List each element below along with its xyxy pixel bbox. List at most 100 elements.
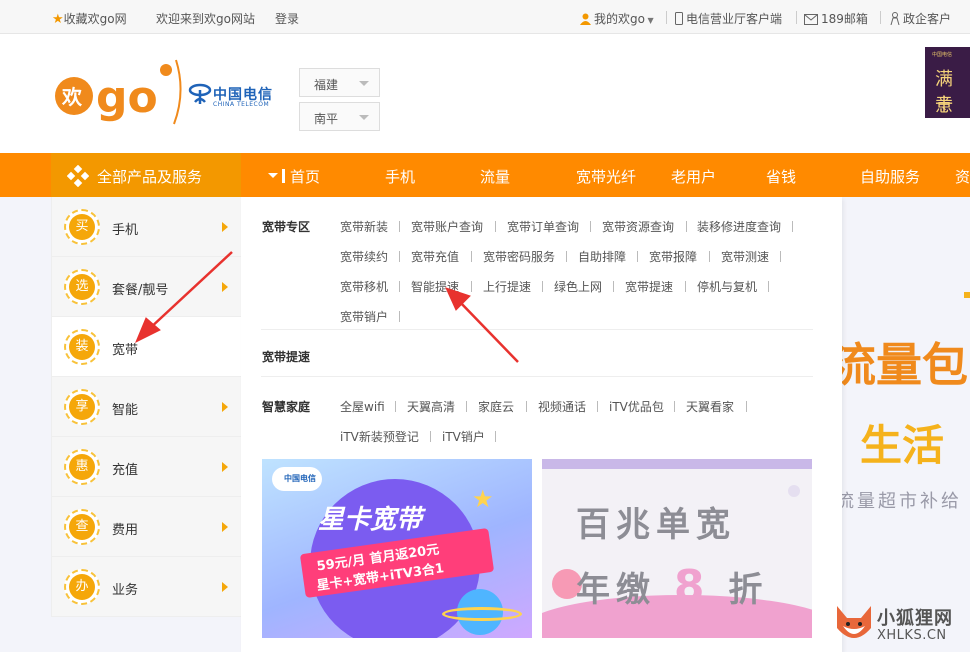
link-account-query[interactable]: 宽带账户查询 [411, 218, 483, 235]
link-progress-query[interactable]: 装移修进度查询 [697, 218, 781, 235]
all-products-menu[interactable]: 全部产品及服务 [51, 153, 278, 197]
category-phone[interactable]: 买 手机 [52, 197, 242, 257]
china-telecom-logo-icon [188, 83, 212, 104]
top-bar: ★收藏欢go网 欢迎来到欢go网站 登录 我的欢go ▼ 电信营业厅客户端 18… [0, 0, 970, 34]
nav-active-marker [282, 169, 285, 183]
category-fees[interactable]: 查 费用 [52, 497, 242, 557]
link-troubleshoot[interactable]: 自助排障 [578, 248, 626, 265]
grid-icon [67, 165, 89, 187]
category-broadband[interactable]: 装 宽带 [52, 317, 242, 377]
divider [880, 11, 881, 24]
link-itv-preregister[interactable]: iTV新装预登记 [340, 428, 419, 445]
chevron-right-icon [222, 462, 228, 472]
decor-strip [542, 459, 812, 469]
broadband-dropdown-panel: 宽带专区 宽带新装 宽带账户查询 宽带订单查询 宽带资源查询 装移修进度查询 宽… [241, 197, 842, 652]
link-broadband-new[interactable]: 宽带新装 [340, 218, 388, 235]
decor-dot [964, 292, 970, 298]
nav-item-more[interactable]: 资 [955, 166, 970, 187]
chevron-down-icon [359, 81, 369, 86]
svg-text:欢: 欢 [61, 85, 83, 109]
nav-item-old-users[interactable]: 老用户 [671, 166, 716, 187]
category-smart[interactable]: 享 智能 [52, 377, 242, 437]
link-broadband-speedup[interactable]: 宽带提速 [625, 278, 673, 295]
badge-icon: 查 [64, 509, 100, 545]
nav-item-home[interactable]: 首页 [290, 166, 320, 187]
nav-item-broadband[interactable]: 宽带光纤 [576, 166, 636, 187]
mini-banner[interactable]: 中国电信 满意 十分 [925, 47, 970, 118]
huango-logo[interactable]: 欢 go [54, 54, 184, 130]
link-report-fault[interactable]: 宽带报障 [649, 248, 697, 265]
link-speed-test[interactable]: 宽带测速 [721, 248, 769, 265]
divider [261, 376, 813, 377]
promo-100m-broadband[interactable]: 百兆单宽 年缴 8 折 [542, 459, 812, 638]
mini-banner-logo: 中国电信 [932, 52, 953, 58]
login-link[interactable]: 登录 [275, 10, 299, 27]
badge-icon: 买 [64, 209, 100, 245]
mail-icon [804, 14, 818, 25]
link-home-watch[interactable]: 天翼看家 [686, 398, 734, 415]
star-icon: ★ [52, 12, 64, 27]
link-family-cloud[interactable]: 家庭云 [478, 398, 514, 415]
city-select[interactable]: 南平 [299, 102, 380, 131]
badge-icon: 享 [64, 389, 100, 425]
link-recharge[interactable]: 宽带充值 [411, 248, 459, 265]
link-itv-package[interactable]: iTV优品包 [609, 398, 664, 415]
star-icon: ★ [472, 485, 494, 513]
mail-link[interactable]: 189邮箱 [804, 10, 868, 27]
promo-star-card-broadband[interactable]: 中国电信 ★ 星卡宽带 59元/月 首月返20元 星卡+宽带+iTV3合1 [262, 459, 532, 638]
link-smart-speedup[interactable]: 智能提速 [411, 278, 459, 295]
chevron-right-icon [222, 402, 228, 412]
link-tianyi-hd[interactable]: 天翼高清 [407, 398, 455, 415]
link-suspend-resume[interactable]: 停机与复机 [697, 278, 757, 295]
link-password[interactable]: 宽带密码服务 [483, 248, 555, 265]
link-move[interactable]: 宽带移机 [340, 278, 388, 295]
category-plans[interactable]: 选 套餐/靓号 [52, 257, 242, 317]
phone-icon [675, 12, 683, 25]
category-business[interactable]: 办 业务 [52, 557, 242, 617]
divider [261, 329, 813, 330]
link-green-internet[interactable]: 绿色上网 [554, 278, 602, 295]
section-title-broadband: 宽带专区 [262, 220, 311, 234]
divider [796, 11, 797, 24]
watermark: 小狐狸网 XHLKS.CN [833, 598, 970, 652]
link-upload-speedup[interactable]: 上行提速 [483, 278, 531, 295]
category-recharge[interactable]: 惠 充值 [52, 437, 242, 497]
link-renew[interactable]: 宽带续约 [340, 248, 388, 265]
svg-text:go: go [96, 72, 158, 123]
nav-item-data[interactable]: 流量 [480, 166, 510, 187]
link-order-query[interactable]: 宽带订单查询 [507, 218, 579, 235]
badge-icon: 选 [64, 269, 100, 305]
section-title-smart-home: 智慧家庭 [262, 400, 311, 414]
chevron-right-icon [222, 522, 228, 532]
badge-icon: 惠 [64, 449, 100, 485]
brand-en: CHINA TELECOM [213, 101, 270, 108]
caret-down-icon [268, 173, 278, 178]
my-go-menu[interactable]: 我的欢go ▼ [580, 10, 654, 27]
chevron-right-icon [222, 582, 228, 592]
province-select[interactable]: 福建 [299, 68, 380, 97]
section-title-speedup[interactable]: 宽带提速 [262, 348, 310, 365]
favorite-link[interactable]: ★收藏欢go网 [52, 10, 127, 27]
user-icon [580, 13, 591, 25]
nav-item-phone[interactable]: 手机 [385, 166, 415, 187]
link-itv-cancel[interactable]: iTV销户 [442, 428, 485, 445]
china-telecom-badge: 中国电信 [272, 467, 322, 491]
nav-item-self-service[interactable]: 自助服务 [860, 166, 920, 187]
decor-dot [788, 485, 800, 497]
nav-item-save[interactable]: 省钱 [766, 166, 796, 187]
person-icon [890, 12, 900, 25]
link-resource-query[interactable]: 宽带资源查询 [602, 218, 674, 235]
planet-ring [442, 607, 522, 621]
caret-down-icon: ▼ [644, 16, 654, 25]
link-cancel[interactable]: 宽带销户 [340, 308, 388, 325]
client-link[interactable]: 电信营业厅客户端 [675, 10, 782, 27]
chevron-right-icon [222, 222, 228, 232]
gov-link[interactable]: 政企客户 [890, 10, 951, 27]
category-menu: 买 手机 选 套餐/靓号 装 宽带 享 智能 惠 充值 查 费用 办 业务 [51, 197, 242, 617]
chevron-right-icon [222, 282, 228, 292]
fox-logo-icon [837, 606, 871, 638]
chevron-down-icon [359, 115, 369, 120]
main-nav: 全部产品及服务 首页 手机 流量 宽带光纤 老用户 省钱 自助服务 资 [0, 153, 970, 197]
link-whole-house-wifi[interactable]: 全屋wifi [340, 398, 385, 415]
link-video-call[interactable]: 视频通话 [538, 398, 586, 415]
